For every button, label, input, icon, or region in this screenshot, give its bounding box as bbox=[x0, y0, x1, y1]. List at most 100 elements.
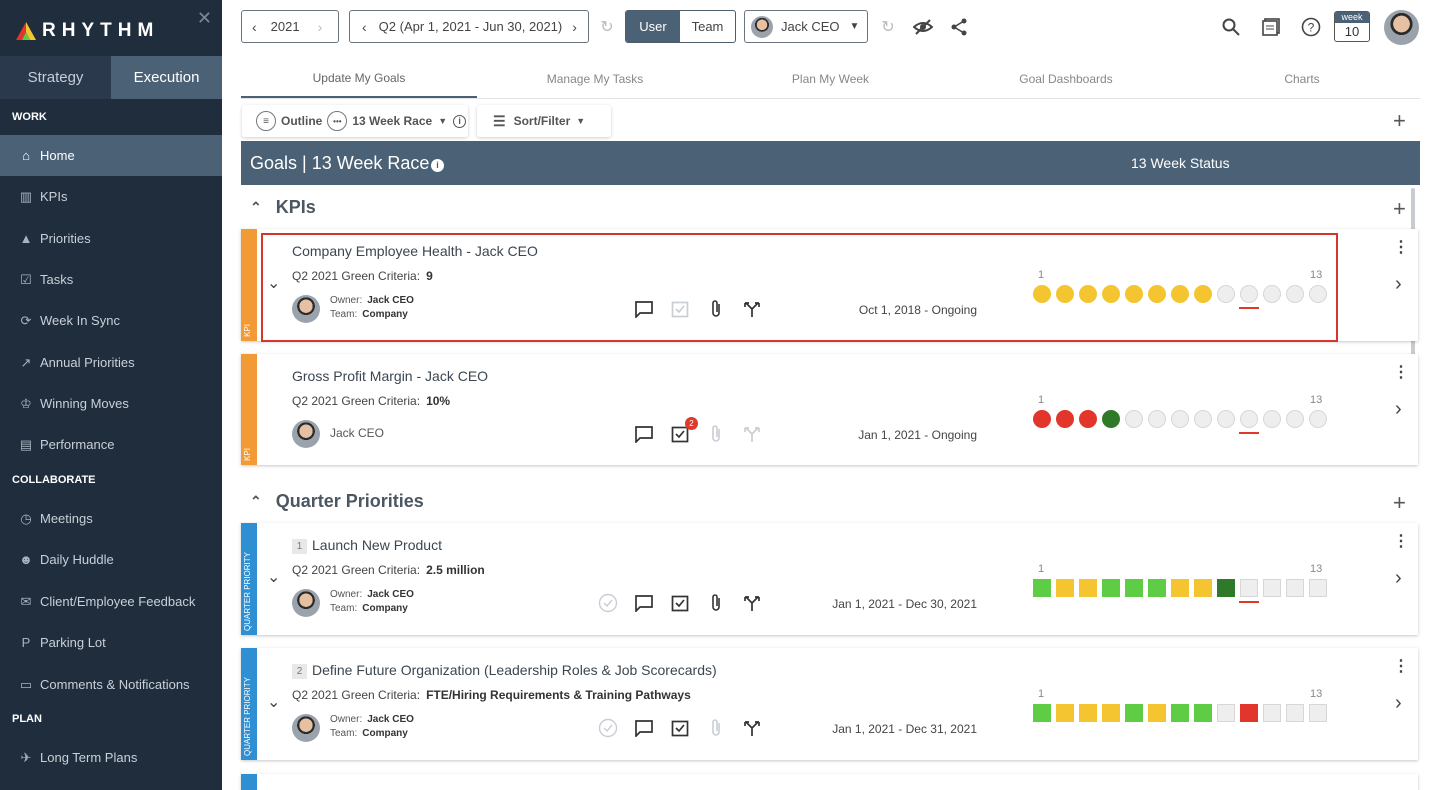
goal-title[interactable]: 1 Launch New Product bbox=[292, 537, 442, 554]
quarter-section-header[interactable]: ⌃ Quarter Priorities bbox=[250, 491, 424, 512]
week-status-6[interactable] bbox=[1148, 410, 1166, 428]
week-status-3[interactable] bbox=[1079, 704, 1097, 722]
week-status-4[interactable] bbox=[1102, 704, 1120, 722]
week-status-5[interactable] bbox=[1125, 704, 1143, 722]
info-icon[interactable]: i bbox=[453, 114, 467, 128]
sidebar-item-annual-priorities[interactable]: ↗ Annual Priorities bbox=[0, 342, 222, 383]
more-options-icon[interactable]: ⋮ bbox=[1393, 237, 1409, 257]
week-status-5[interactable] bbox=[1125, 579, 1143, 597]
tab-goal-dashboards[interactable]: Goal Dashboards bbox=[948, 60, 1184, 98]
week-status-10[interactable] bbox=[1240, 410, 1258, 428]
help-icon[interactable]: ? bbox=[1300, 16, 1322, 38]
refresh-icon[interactable]: ↻ bbox=[877, 16, 899, 38]
chevron-up-icon[interactable]: ⌃ bbox=[250, 199, 262, 216]
attachment-icon[interactable] bbox=[705, 592, 727, 614]
hide-icon[interactable] bbox=[912, 16, 934, 38]
week-status-9[interactable] bbox=[1217, 410, 1235, 428]
toggle-user[interactable]: User bbox=[626, 11, 680, 42]
toggle-team[interactable]: Team bbox=[680, 11, 735, 42]
week-status-8[interactable] bbox=[1194, 410, 1212, 428]
sidebar-item-parking-lot[interactable]: P Parking Lot bbox=[0, 622, 222, 663]
sidebar-item-kpis[interactable]: ▥ KPIs bbox=[0, 176, 222, 217]
close-icon[interactable]: ✕ bbox=[197, 8, 212, 29]
week-status-4[interactable] bbox=[1102, 410, 1120, 428]
expand-chevron-icon[interactable]: ⌄ bbox=[267, 692, 280, 712]
sidebar-item-client-employee-feedback[interactable]: ✉ Client/Employee Feedback bbox=[0, 581, 222, 622]
week-status-6[interactable] bbox=[1148, 704, 1166, 722]
add-icon[interactable]: + bbox=[1393, 108, 1406, 134]
week-status-1[interactable] bbox=[1033, 410, 1051, 428]
tab-strategy[interactable]: Strategy bbox=[0, 56, 111, 99]
sidebar-item-meetings[interactable]: ◷ Meetings bbox=[0, 498, 222, 539]
complete-icon[interactable] bbox=[597, 592, 619, 614]
task-icon[interactable] bbox=[669, 717, 691, 739]
week-status-13[interactable] bbox=[1309, 579, 1327, 597]
sidebar-item-winning-moves[interactable]: ♔ Winning Moves bbox=[0, 383, 222, 424]
view-selector[interactable]: ≡ Outline ••• 13 Week Race ▼ i bbox=[242, 105, 468, 137]
chevron-right-icon[interactable]: › bbox=[1395, 398, 1402, 421]
refresh-icon[interactable]: ↻ bbox=[596, 16, 618, 38]
user-selector[interactable]: Jack CEO ▼ bbox=[744, 10, 868, 43]
week-indicator[interactable]: week 10 bbox=[1334, 11, 1370, 42]
quarter-selector[interactable]: ‹ Q2 (Apr 1, 2021 - Jun 30, 2021) › bbox=[349, 10, 589, 43]
sidebar-item-priorities[interactable]: ▲ Priorities bbox=[0, 218, 222, 259]
chevron-right-icon[interactable]: › bbox=[1395, 273, 1402, 296]
week-status-8[interactable] bbox=[1194, 579, 1212, 597]
tab-plan-my-week[interactable]: Plan My Week bbox=[713, 60, 948, 98]
week-status-3[interactable] bbox=[1079, 410, 1097, 428]
week-status-12[interactable] bbox=[1286, 579, 1304, 597]
add-priority-icon[interactable]: + bbox=[1393, 490, 1406, 516]
goal-title[interactable]: Gross Profit Margin - Jack CEO bbox=[292, 368, 488, 384]
chevron-right-icon[interactable]: › bbox=[572, 19, 577, 35]
goal-card[interactable]: QUARTER PRIORITY 2 Define Future Organizat… bbox=[241, 648, 1418, 760]
chevron-right-icon[interactable]: › bbox=[318, 19, 323, 35]
align-icon[interactable] bbox=[741, 592, 763, 614]
search-icon[interactable] bbox=[1220, 16, 1242, 38]
week-status-4[interactable] bbox=[1102, 579, 1120, 597]
week-status-8[interactable] bbox=[1194, 704, 1212, 722]
comment-icon[interactable] bbox=[633, 592, 655, 614]
goal-card[interactable]: KPI Gross Profit Margin - Jack CEO Q2 2021… bbox=[241, 354, 1418, 465]
chevron-right-icon[interactable]: › bbox=[1395, 692, 1402, 715]
sidebar-item-home[interactable]: ⌂ Home bbox=[0, 135, 222, 176]
week-status-13[interactable] bbox=[1309, 410, 1327, 428]
comment-icon[interactable] bbox=[633, 717, 655, 739]
add-kpi-icon[interactable]: + bbox=[1393, 196, 1406, 222]
week-status-2[interactable] bbox=[1056, 410, 1074, 428]
week-status-7[interactable] bbox=[1171, 410, 1189, 428]
week-status-6[interactable] bbox=[1148, 579, 1166, 597]
week-status-11[interactable] bbox=[1263, 579, 1281, 597]
year-selector[interactable]: ‹ 2021 › bbox=[241, 10, 339, 43]
chevron-left-icon[interactable]: ‹ bbox=[362, 19, 367, 35]
tab-execution[interactable]: Execution bbox=[111, 56, 222, 99]
sidebar-item-tasks[interactable]: ☑ Tasks bbox=[0, 259, 222, 300]
sidebar-item-week-in-sync[interactable]: ⟳ Week In Sync bbox=[0, 300, 222, 341]
comment-icon[interactable] bbox=[633, 423, 655, 445]
kpis-section-header[interactable]: ⌃ KPIs bbox=[250, 197, 316, 218]
sidebar-item-daily-huddle[interactable]: ☻ Daily Huddle bbox=[0, 539, 222, 580]
profile-avatar[interactable] bbox=[1384, 10, 1419, 45]
sidebar-item-long-term-plans[interactable]: ✈ Long Term Plans bbox=[0, 737, 222, 778]
chevron-right-icon[interactable]: › bbox=[1395, 567, 1402, 590]
week-status-12[interactable] bbox=[1286, 410, 1304, 428]
expand-chevron-icon[interactable]: ⌄ bbox=[267, 567, 280, 587]
task-icon[interactable]: 2 bbox=[669, 417, 698, 445]
week-status-11[interactable] bbox=[1263, 704, 1281, 722]
sort-filter-button[interactable]: ☰ Sort/Filter ▼ bbox=[477, 105, 611, 137]
sidebar-item-comments-notifications[interactable]: ▭ Comments & Notifications bbox=[0, 664, 222, 705]
outline-label[interactable]: Outline bbox=[281, 114, 322, 128]
more-options-icon[interactable]: ⋮ bbox=[1393, 362, 1409, 382]
share-icon[interactable] bbox=[948, 16, 970, 38]
align-icon[interactable] bbox=[741, 423, 763, 445]
week-status-3[interactable] bbox=[1079, 579, 1097, 597]
goal-card[interactable] bbox=[241, 774, 1418, 790]
tab-update-my-goals[interactable]: Update My Goals bbox=[241, 60, 477, 98]
chevron-left-icon[interactable]: ‹ bbox=[252, 19, 257, 35]
week-status-12[interactable] bbox=[1286, 704, 1304, 722]
goal-card[interactable]: QUARTER PRIORITY 1 Launch New Product Q2 20… bbox=[241, 523, 1418, 635]
chevron-up-icon[interactable]: ⌃ bbox=[250, 493, 262, 510]
info-icon[interactable]: i bbox=[431, 159, 444, 172]
complete-icon[interactable] bbox=[597, 717, 619, 739]
week-status-1[interactable] bbox=[1033, 579, 1051, 597]
week-status-2[interactable] bbox=[1056, 704, 1074, 722]
